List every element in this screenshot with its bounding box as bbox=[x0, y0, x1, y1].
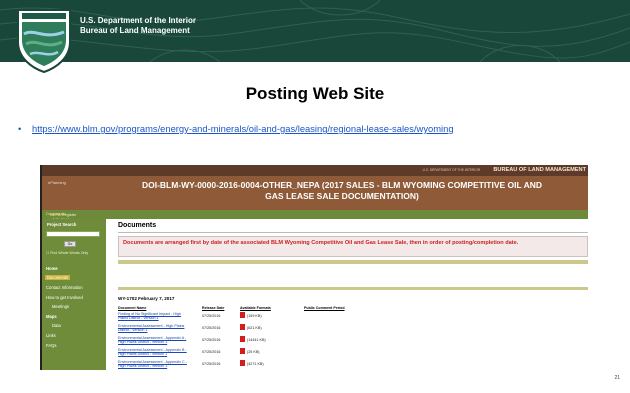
ordering-notice-text: Documents are arranged first by date of … bbox=[123, 240, 519, 246]
table-row: Environmental Assessment - Appendix B - … bbox=[118, 348, 588, 360]
slide-header-banner: U.S. Department of the Interior Bureau o… bbox=[0, 0, 630, 62]
sidebar-item-maps[interactable]: Maps bbox=[46, 314, 57, 319]
sidebar-item-home[interactable]: Home bbox=[46, 266, 58, 271]
project-heading-line2: GAS LEASE SALE DOCUMENTATION) bbox=[265, 191, 419, 201]
bureau-name: Bureau of Land Management bbox=[80, 26, 190, 35]
search-go-button[interactable]: Go bbox=[64, 241, 76, 247]
sidebar-item-meetings[interactable]: Meetings bbox=[52, 304, 69, 309]
doi-label: U.S. DEPARTMENT OF THE INTERIOR bbox=[422, 168, 480, 172]
bullet-icon: • bbox=[18, 123, 22, 134]
release-date: 07/25/2016 bbox=[202, 338, 221, 342]
whole-words-label: Find Whole Words Only bbox=[50, 251, 89, 255]
pdf-icon[interactable] bbox=[240, 360, 245, 366]
column-header-formats: Available Formats bbox=[240, 306, 271, 310]
pdf-icon[interactable] bbox=[240, 324, 245, 330]
slide-title: Posting Web Site bbox=[245, 84, 385, 103]
table-row: Finding of No Significant Impact - High … bbox=[118, 312, 588, 324]
documents-panel: Documents Documents are arranged first b… bbox=[108, 219, 588, 370]
whole-words-checkbox[interactable]: ☐ Find Whole Words Only bbox=[46, 251, 102, 255]
release-date: 07/25/2016 bbox=[202, 326, 221, 330]
pdf-icon[interactable] bbox=[240, 312, 245, 318]
sidebar-item-get-involved[interactable]: How to get Involved bbox=[46, 295, 83, 300]
ordering-notice: Documents are arranged first by date of … bbox=[118, 236, 588, 257]
blm-logo-icon bbox=[17, 9, 71, 74]
breadcrumb: NEPA Register › DOI-BLM-WY-0000-2016-000… bbox=[42, 210, 588, 242]
table-row: Environmental Assessment - Appendix A - … bbox=[118, 336, 588, 348]
column-header-comment-period: Public Comment Period bbox=[304, 306, 345, 310]
project-search-input[interactable] bbox=[46, 231, 100, 237]
sidebar-item-documents[interactable]: Documents bbox=[45, 275, 71, 280]
file-size: (159 KB) bbox=[247, 314, 262, 318]
divider bbox=[118, 232, 588, 233]
column-header-release-date: Release Date bbox=[202, 306, 225, 310]
release-date: 07/25/2016 bbox=[202, 314, 221, 318]
sidebar-item-faqs[interactable]: FAQs bbox=[46, 343, 56, 348]
project-search-heading: Project Search bbox=[47, 222, 77, 227]
sidebar-item-contact[interactable]: Contact Information bbox=[46, 285, 83, 290]
sidebar-item-data[interactable]: Data bbox=[52, 323, 61, 328]
document-link[interactable]: Environmental Assessment - Appendix A - … bbox=[118, 336, 190, 345]
table-row: Environmental Assessment - Appendix C - … bbox=[118, 360, 588, 370]
site-sidebar: Project Search Go ☐ Find Whole Words Onl… bbox=[42, 219, 106, 370]
document-link[interactable]: Environmental Assessment - High Plains D… bbox=[118, 324, 190, 333]
file-size: (14441 KB) bbox=[247, 338, 266, 342]
table-row: Environmental Assessment - High Plains D… bbox=[118, 324, 588, 336]
pdf-icon[interactable] bbox=[240, 348, 245, 354]
document-link[interactable]: Finding of No Significant Impact - High … bbox=[118, 312, 190, 321]
department-name: U.S. Department of the Interior bbox=[80, 16, 197, 25]
file-size: (4271 KB) bbox=[247, 362, 264, 366]
wyoming-lease-sales-link[interactable]: https://www.blm.gov/programs/energy-and-… bbox=[32, 123, 454, 134]
documents-title: Documents bbox=[118, 222, 157, 229]
file-size: (25 KB) bbox=[247, 350, 260, 354]
site-header: ePlanning DOI-BLM-WY-0000-2016-0004-OTHE… bbox=[42, 176, 588, 210]
project-heading-line1: DOI-BLM-WY-0000-2016-0004-OTHER_NEPA (20… bbox=[141, 180, 543, 190]
blm-label: BUREAU OF LAND MANAGEMENT bbox=[493, 167, 586, 173]
document-link[interactable]: Environmental Assessment - Appendix B - … bbox=[118, 348, 190, 357]
eplanning-logo[interactable]: ePlanning bbox=[48, 180, 66, 185]
column-header-document-name: Document Name bbox=[118, 306, 147, 310]
site-top-bar: U.S. DEPARTMENT OF THE INTERIOR BUREAU O… bbox=[42, 165, 588, 176]
document-link[interactable]: Environmental Assessment - Appendix C - … bbox=[118, 360, 190, 369]
website-screenshot: U.S. DEPARTMENT OF THE INTERIOR BUREAU O… bbox=[40, 165, 588, 370]
release-date: 07/25/2016 bbox=[202, 350, 221, 354]
project-heading: DOI-BLM-WY-0000-2016-0004-OTHER_NEPA (20… bbox=[102, 180, 582, 202]
sidebar-item-links[interactable]: Links bbox=[46, 333, 56, 338]
release-date: 07/25/2016 bbox=[202, 362, 221, 366]
agency-name: U.S. Department of the Interior Bureau o… bbox=[80, 16, 196, 36]
page-number: 21 bbox=[614, 375, 620, 381]
sale-heading: WY-1702 February 7, 2017 bbox=[118, 296, 175, 301]
file-size: (621 KB) bbox=[247, 326, 262, 330]
url-bullet: • https://www.blm.gov/programs/energy-an… bbox=[18, 123, 612, 135]
section-bar bbox=[118, 287, 588, 290]
pdf-icon[interactable] bbox=[240, 336, 245, 342]
section-bar bbox=[118, 260, 588, 264]
